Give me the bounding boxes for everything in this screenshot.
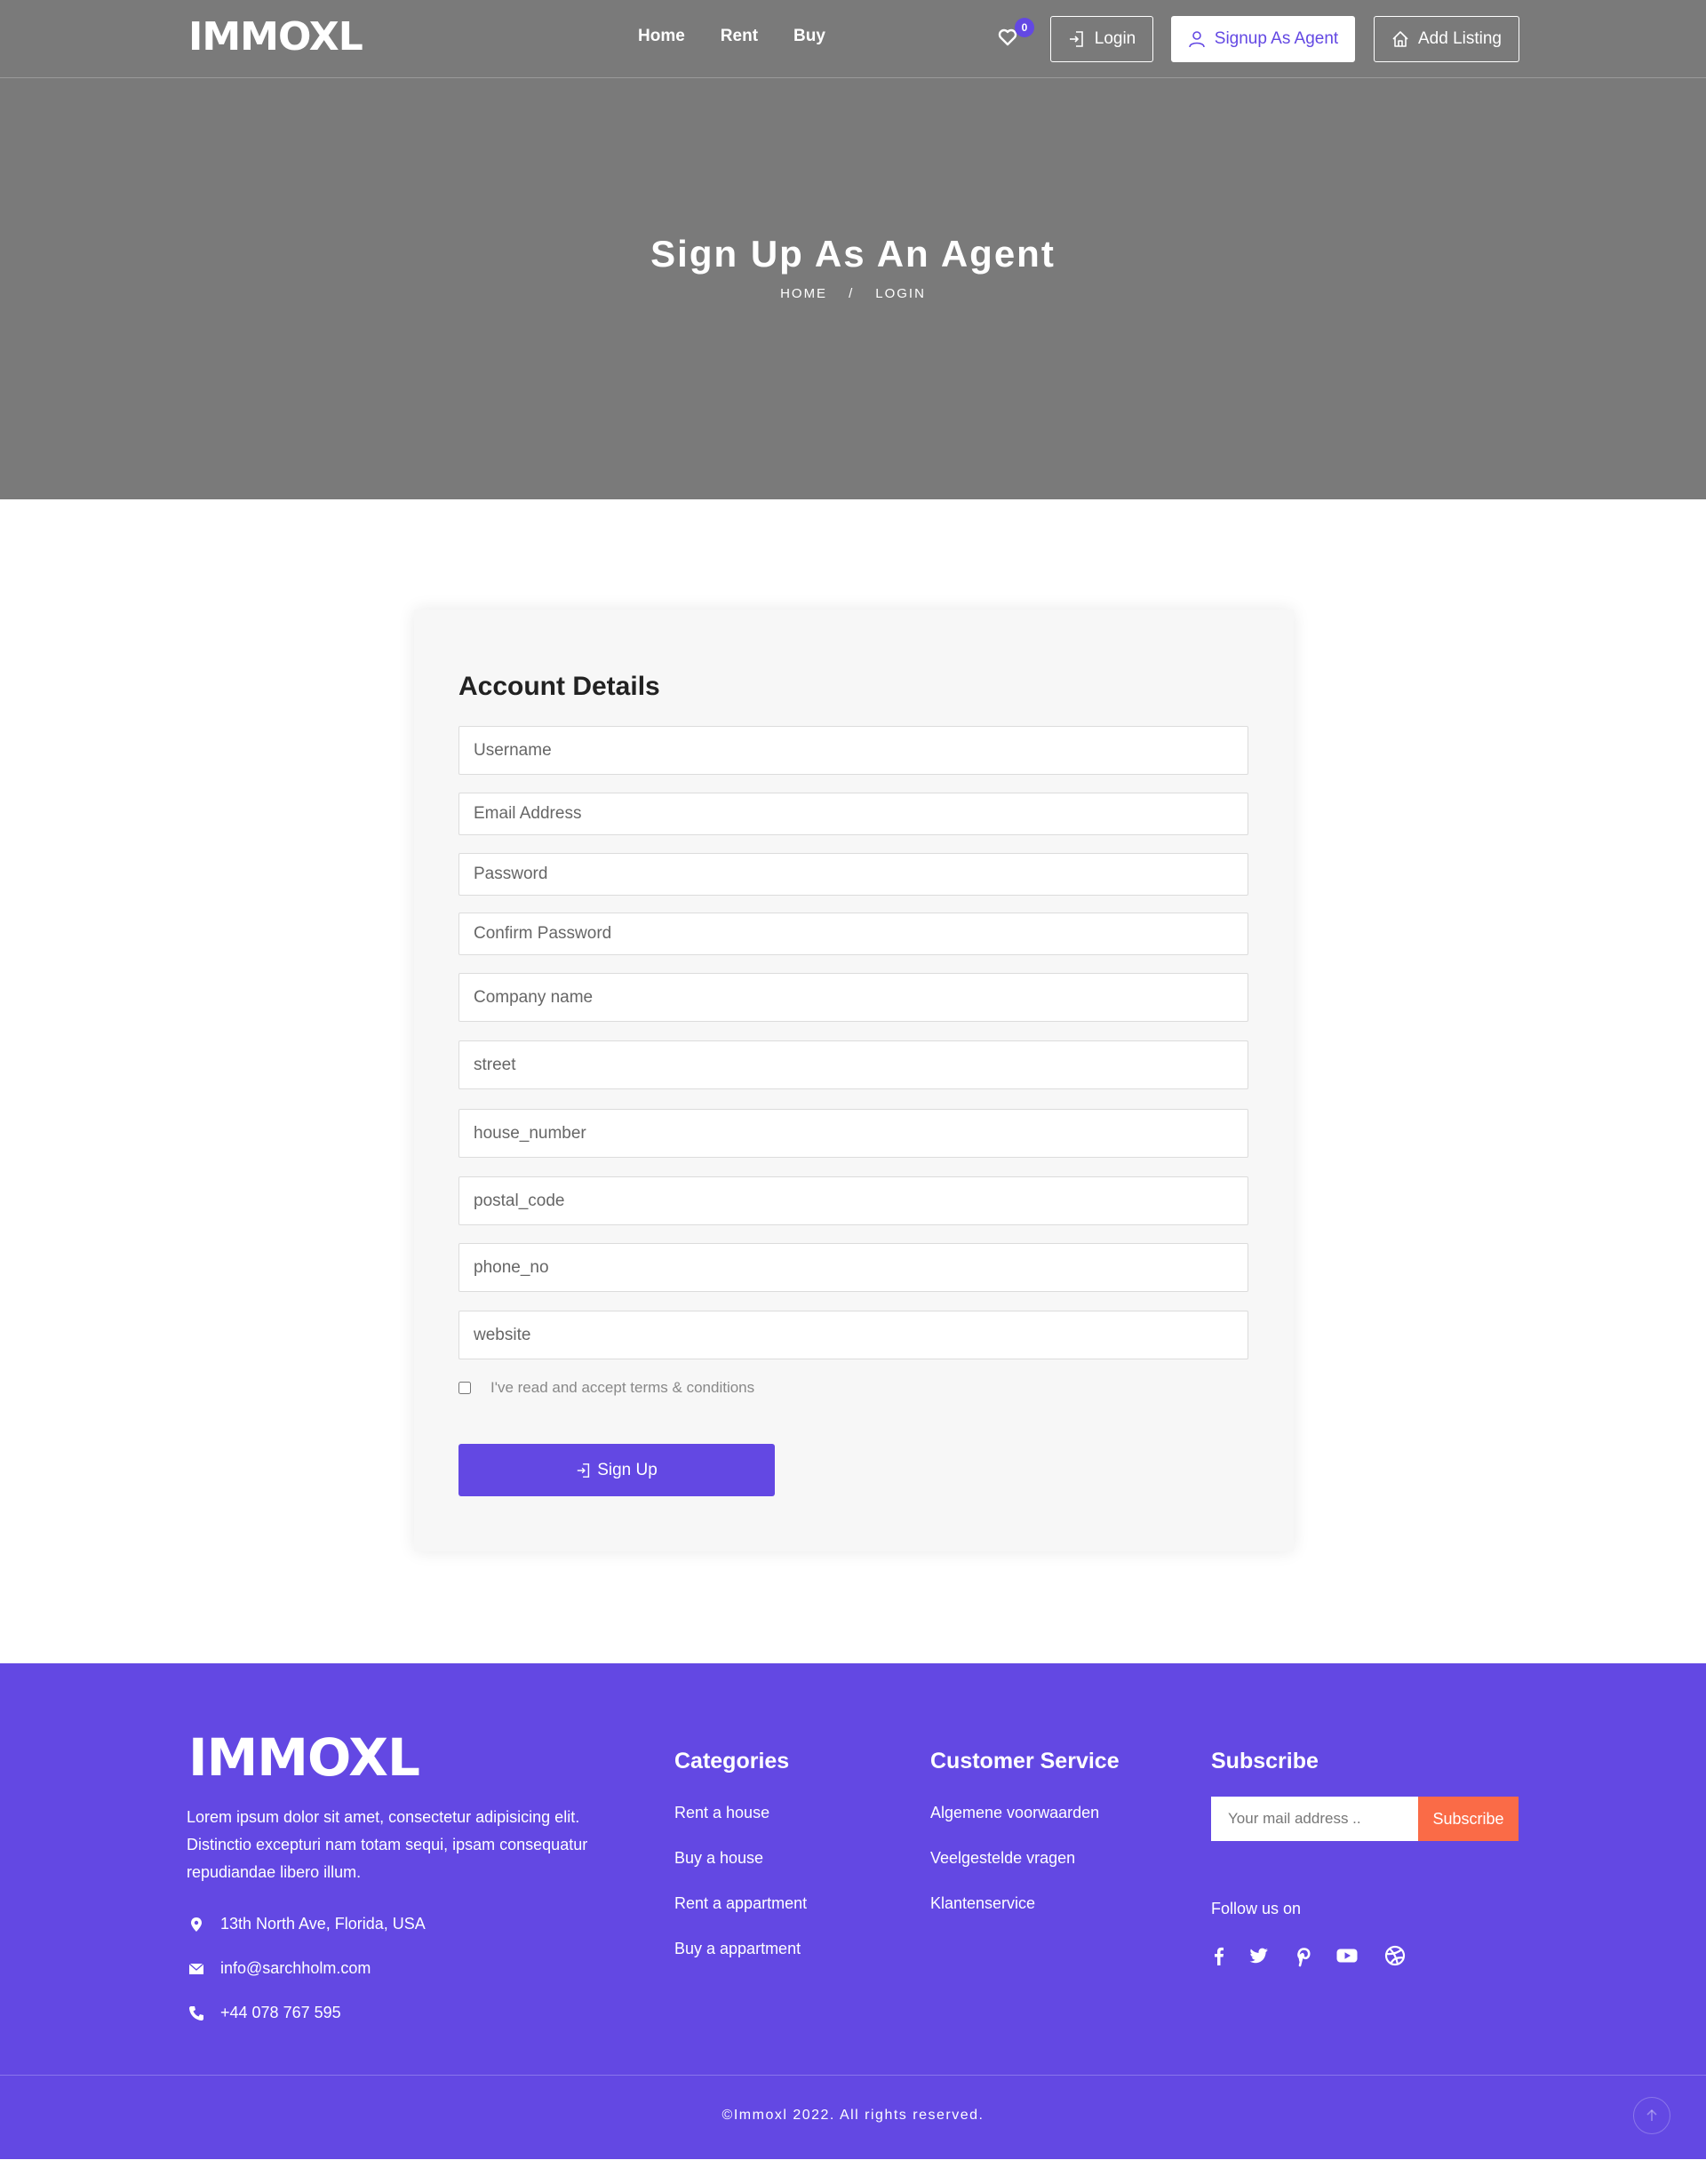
footer-address: 13th North Ave, Florida, USA (188, 1915, 426, 1933)
sign-up-label: Sign Up (597, 1460, 658, 1479)
email-input[interactable] (458, 793, 1248, 835)
youtube-icon[interactable] (1335, 1944, 1359, 1967)
address-text: 13th North Ave, Florida, USA (220, 1915, 426, 1933)
subscribe-email-input[interactable] (1211, 1797, 1418, 1841)
top-navbar: IMMOXL Home Rent Buy 0 Login Signup As A… (0, 0, 1706, 78)
home-icon (1392, 31, 1408, 47)
subscribe-heading: Subscribe (1211, 1749, 1319, 1774)
email-link[interactable]: info@sarchholm.com (220, 1959, 371, 1978)
page-hero: IMMOXL Home Rent Buy 0 Login Signup As A… (0, 0, 1706, 499)
login-button[interactable]: Login (1050, 16, 1153, 62)
nav-home-link[interactable]: Home (638, 27, 685, 46)
sign-in-icon (577, 1463, 590, 1478)
page-title: Sign Up As An Agent (650, 233, 1056, 275)
envelope-icon (188, 1962, 204, 1974)
follow-us-label: Follow us on (1211, 1900, 1302, 1917)
footer-phone: +44 078 767 595 (188, 2004, 341, 2022)
breadcrumb-home[interactable]: HOME (780, 286, 827, 301)
postal-code-input[interactable] (458, 1176, 1248, 1225)
arrow-up-icon (1646, 2108, 1657, 2121)
breadcrumb-current: LOGIN (875, 286, 926, 301)
login-label: Login (1094, 29, 1136, 48)
customer-service-heading: Customer Service (930, 1749, 1120, 1774)
footer-link-rent-house[interactable]: Rent a house (674, 1804, 769, 1822)
main-nav: Home Rent Buy (638, 27, 825, 46)
phone-text[interactable]: +44 078 767 595 (220, 2004, 341, 2022)
phone-input[interactable] (458, 1243, 1248, 1292)
house-number-input[interactable] (458, 1109, 1248, 1158)
footer-link-klantenservice[interactable]: Klantenservice (930, 1894, 1035, 1913)
signup-agent-label: Signup As Agent (1214, 29, 1339, 48)
site-logo[interactable]: IMMOXL (188, 14, 363, 60)
wishlist-count-badge: 0 (1015, 18, 1034, 37)
sign-in-icon (1069, 31, 1083, 47)
footer-divider (0, 2075, 1706, 2076)
company-name-input[interactable] (458, 973, 1248, 1022)
facebook-icon[interactable] (1208, 1944, 1231, 1967)
signup-agent-button[interactable]: Signup As Agent (1171, 16, 1355, 62)
confirm-password-input[interactable] (458, 913, 1248, 955)
signup-form-card: Account Details I've read and accept ter… (414, 610, 1294, 1551)
footer-link-algemene-voorwaarden[interactable]: Algemene voorwaarden (930, 1804, 1099, 1822)
footer-link-buy-appartment[interactable]: Buy a appartment (674, 1940, 801, 1958)
website-input[interactable] (458, 1311, 1248, 1359)
site-footer: IMMOXL Lorem ipsum dolor sit amet, conse… (0, 1663, 1706, 2159)
phone-icon (189, 2005, 203, 2021)
username-input[interactable] (458, 726, 1248, 775)
pinterest-icon[interactable] (1292, 1944, 1315, 1967)
map-pin-icon (191, 1917, 202, 1932)
terms-row: I've read and accept terms & conditions (458, 1379, 754, 1397)
terms-checkbox[interactable] (458, 1382, 471, 1394)
footer-link-buy-house[interactable]: Buy a house (674, 1849, 763, 1868)
twitter-icon[interactable] (1248, 1944, 1271, 1967)
footer-link-veelgestelde-vragen[interactable]: Veelgestelde vragen (930, 1849, 1075, 1868)
footer-about-text: Lorem ipsum dolor sit amet, consectetur … (187, 1808, 588, 1881)
footer-logo[interactable]: IMMOXL (188, 1727, 420, 1788)
copyright-text: ©Immoxl 2022. All rights reserved. (721, 2108, 985, 2123)
back-to-top-button[interactable] (1633, 2097, 1670, 2134)
footer-link-rent-appartment[interactable]: Rent a appartment (674, 1894, 807, 1913)
categories-heading: Categories (674, 1749, 790, 1774)
nav-rent-link[interactable]: Rent (721, 27, 758, 46)
add-listing-label: Add Listing (1417, 29, 1502, 48)
sign-up-button[interactable]: Sign Up (458, 1444, 775, 1496)
street-input[interactable] (458, 1040, 1248, 1089)
dribbble-icon[interactable] (1383, 1944, 1407, 1967)
breadcrumb-separator: / (849, 286, 855, 301)
user-icon (1188, 31, 1205, 48)
add-listing-button[interactable]: Add Listing (1374, 16, 1519, 62)
terms-label[interactable]: I've read and accept terms & conditions (490, 1379, 754, 1397)
nav-buy-link[interactable]: Buy (793, 27, 825, 46)
breadcrumb: HOME / LOGIN (0, 286, 1706, 301)
subscribe-button[interactable]: Subscribe (1418, 1797, 1519, 1841)
form-title: Account Details (458, 672, 660, 701)
footer-email: info@sarchholm.com (188, 1959, 371, 1978)
password-input[interactable] (458, 853, 1248, 896)
